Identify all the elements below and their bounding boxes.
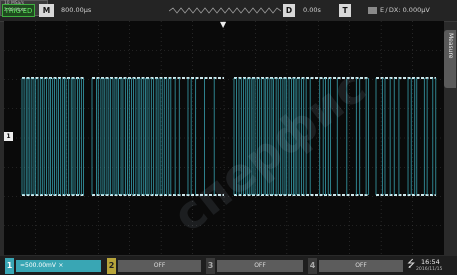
sample-rate-label: 10 MSa/s bbox=[4, 1, 25, 6]
usb-icon: ⭍ bbox=[407, 259, 416, 270]
delay-menu-button[interactable]: D bbox=[283, 4, 295, 17]
trigger-menu-button[interactable]: T bbox=[339, 4, 351, 17]
channel-1-scale: =500.00mV × bbox=[16, 260, 101, 272]
channel-3-status: OFF bbox=[217, 260, 303, 272]
watermark: сперфис bbox=[163, 60, 376, 243]
memory-depth-label: 2.00 Mpts bbox=[4, 8, 26, 13]
channel-4-button[interactable]: 4 OFF bbox=[308, 258, 403, 274]
channel-number: 3 bbox=[206, 258, 215, 274]
measure-tab[interactable]: Measure bbox=[444, 30, 456, 88]
trigger-level-readout[interactable]: E / DX: 0.000μV bbox=[380, 5, 430, 16]
channel-1-button[interactable]: 1 =500.00mV × bbox=[5, 258, 101, 274]
horizontal-menu-button[interactable]: M bbox=[39, 4, 54, 17]
channel-status-bar: 1 =500.00mV × 2 OFF 3 OFF 4 OFF ⭍ 16:54 … bbox=[0, 256, 457, 275]
ch1-offset-marker[interactable]: 1 bbox=[4, 132, 13, 141]
channel-number: 4 bbox=[308, 258, 317, 274]
channel-2-button[interactable]: 2 OFF bbox=[107, 258, 201, 274]
trigger-position-marker[interactable]: ▼ bbox=[220, 21, 226, 29]
trigger-delay-readout[interactable]: 0.00s bbox=[303, 5, 321, 16]
trigger-source-icon bbox=[368, 7, 377, 14]
channel-number: 2 bbox=[107, 258, 116, 274]
channel-4-status: OFF bbox=[319, 260, 403, 272]
channel-2-status: OFF bbox=[118, 260, 201, 272]
clock-date: 2016/11/15 bbox=[416, 267, 443, 272]
top-status-bar: TRIG'ED M 800.00μs 10 MSa/s 2.00 Mpts D … bbox=[0, 0, 457, 22]
watermark-text: сперфис bbox=[163, 60, 376, 243]
measure-tab-label: Measure bbox=[447, 33, 454, 59]
timebase-readout[interactable]: 800.00μs bbox=[61, 5, 91, 16]
channel-3-button[interactable]: 3 OFF bbox=[206, 258, 303, 274]
channel-number: 1 bbox=[5, 258, 14, 274]
waveform-overview-strip bbox=[169, 7, 281, 14]
waveform-display[interactable]: сперфис ▼ 1 bbox=[4, 21, 444, 255]
clock-time: 16:54 bbox=[421, 258, 440, 266]
